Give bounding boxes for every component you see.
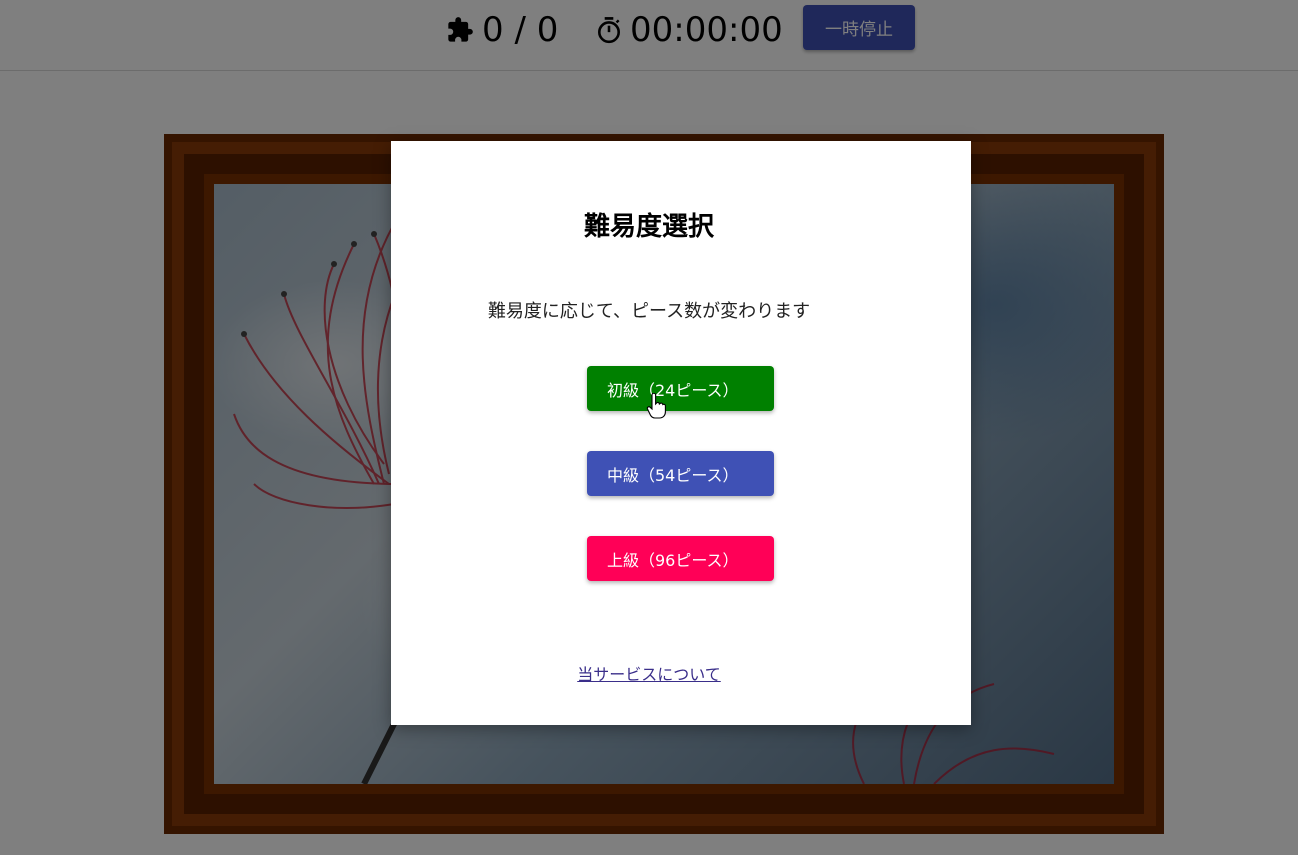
easy-button[interactable]: 初級（24ピース） [587, 366, 774, 411]
normal-button[interactable]: 中級（54ピース） [587, 451, 774, 496]
about-service-link[interactable]: 当サービスについて [0, 661, 1298, 685]
hand-cursor-icon [646, 393, 666, 419]
hard-button[interactable]: 上級（96ピース） [587, 536, 774, 581]
dialog-title: 難易度選択 [583, 212, 714, 242]
dialog-description: 難易度に応じて、ピース数が変わります [487, 301, 811, 322]
